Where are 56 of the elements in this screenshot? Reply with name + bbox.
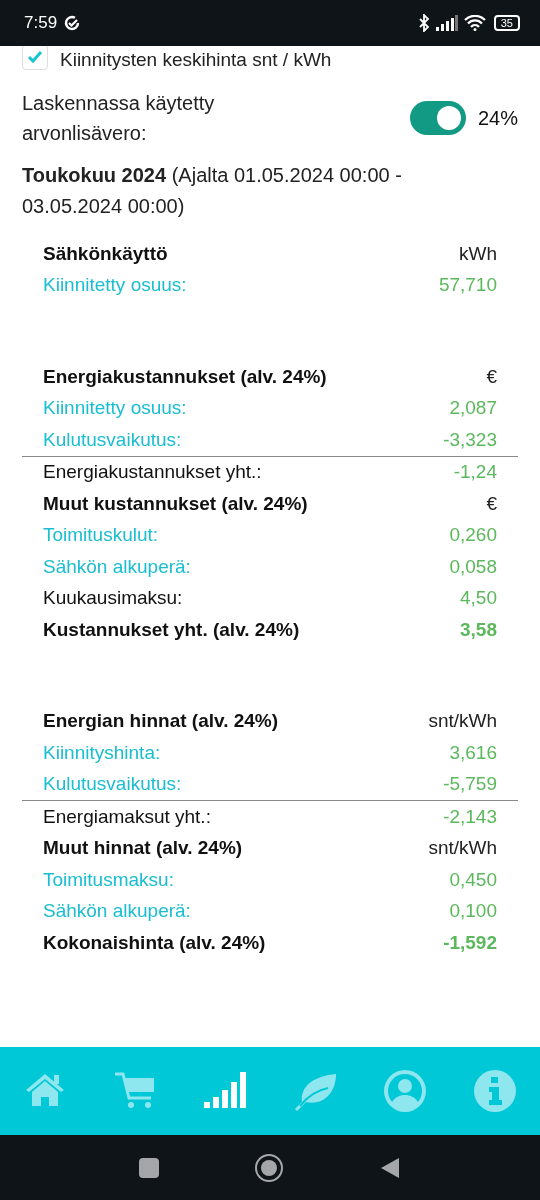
signal-icon: [435, 15, 458, 31]
row-value: -5,759: [443, 773, 497, 796]
bluetooth-icon: [417, 14, 430, 32]
sync-icon: [63, 14, 82, 32]
row-value: 0,450: [449, 868, 497, 891]
row-value: 57,710: [438, 274, 497, 297]
vat-value: 24%: [477, 106, 518, 130]
home-button[interactable]: [255, 1153, 283, 1182]
total-value: 3,58: [460, 618, 497, 641]
info-icon[interactable]: [472, 1068, 518, 1114]
section-heading: Energiakustannukset (alv. 24%): [43, 365, 327, 388]
row-label: Energiamaksut yht.:: [43, 805, 211, 828]
vat-label: Laskennassa käytetty arvonlisävero:: [22, 91, 216, 146]
check-icon: [27, 49, 43, 65]
clock: 7:59: [24, 13, 58, 33]
row-label: Kiinnitetty osuus:: [43, 274, 187, 297]
user-icon[interactable]: [382, 1068, 428, 1114]
row-label: Sähkön alkuperä:: [43, 900, 191, 923]
row-value: 2,087: [449, 397, 497, 420]
row-label: Kulutusvaikutus:: [43, 428, 182, 451]
section-heading: Muut hinnat (alv. 24%): [43, 837, 243, 860]
total-label: Kustannukset yht. (alv. 24%): [43, 618, 300, 641]
section-heading: Sähkönkäyttö: [43, 242, 168, 265]
unit-label: kWh: [459, 242, 497, 265]
unit-label: snt/kWh: [428, 837, 497, 860]
checkbox[interactable]: [22, 46, 48, 70]
battery-icon: 35: [493, 15, 520, 31]
row-label: Kulutusvaikutus:: [43, 773, 182, 796]
row-value: -2,143: [443, 805, 497, 828]
section-heading: Energian hinnat (alv. 24%): [43, 710, 279, 733]
total-value: -1,592: [443, 931, 497, 954]
unit-label: €: [486, 492, 497, 515]
unit-label: €: [486, 365, 497, 388]
recents-button[interactable]: [139, 1157, 159, 1178]
row-label: Kuukausimaksu:: [43, 587, 183, 610]
row-label: Toimitusmaksu:: [43, 868, 174, 891]
row-label: Kiinnitetty osuus:: [43, 397, 187, 420]
wifi-icon: [463, 15, 486, 31]
checkbox-label: Kiinnitysten keskihinta snt / kWh: [60, 49, 332, 71]
back-button[interactable]: [379, 1155, 401, 1180]
row-label: Toimituskulut:: [43, 524, 159, 547]
row-value: 0,260: [449, 524, 497, 547]
period-title: Toukokuu 2024 (Ajalta 01.05.2024 00:00 - 03.05.2024 00:00): [22, 163, 403, 219]
vat-toggle[interactable]: [409, 101, 466, 135]
total-label: Kokonaishinta (alv. 24%): [43, 931, 266, 954]
row-value: 3,616: [449, 741, 497, 764]
row-label: Energiakustannukset yht.:: [43, 461, 262, 484]
row-value: 0,058: [449, 555, 497, 578]
unit-label: snt/kWh: [428, 710, 497, 733]
section-heading: Muut kustannukset (alv. 24%): [43, 492, 308, 515]
row-value: -1,24: [453, 461, 497, 484]
row-value: -3,323: [443, 428, 497, 451]
row-label: Sähkön alkuperä:: [43, 555, 191, 578]
row-label: Kiinnityshinta:: [43, 741, 161, 764]
row-value: 0,100: [449, 900, 497, 923]
row-value: 4,50: [460, 587, 497, 610]
